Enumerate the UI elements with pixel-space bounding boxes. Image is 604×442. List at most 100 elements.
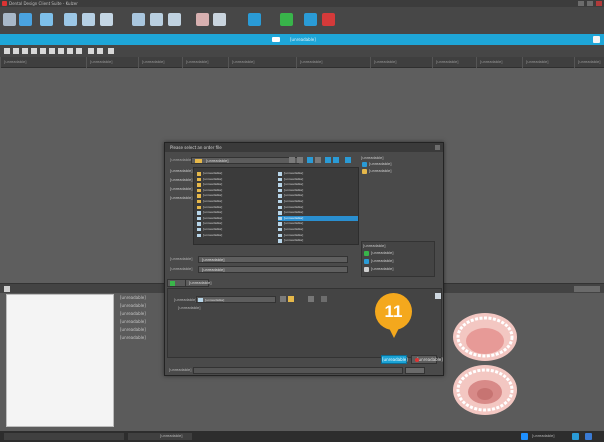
minimize-button[interactable] <box>578 1 584 6</box>
column-header[interactable]: [unreadable] <box>228 57 255 68</box>
column-header[interactable]: [unreadable] <box>86 57 113 68</box>
new-folder-button[interactable] <box>307 157 313 163</box>
monitor-icon[interactable] <box>64 13 77 26</box>
back-button[interactable] <box>289 157 295 163</box>
document-icon <box>278 194 282 198</box>
file-name: [unreadable] <box>203 232 223 237</box>
toolbar-square-icon[interactable] <box>40 48 46 54</box>
ok-button[interactable]: [unreadable] <box>381 355 408 364</box>
places-item[interactable]: [unreadable] <box>170 176 193 185</box>
info-box-item[interactable]: [unreadable] <box>363 266 433 273</box>
screen-icon[interactable] <box>82 13 95 26</box>
places-item[interactable]: [unreadable] <box>170 194 193 203</box>
file-list[interactable]: [unreadable] [unreadable] [unreadable] [unr… <box>193 167 359 245</box>
recent-item[interactable]: [unreadable] <box>361 161 435 168</box>
column-header[interactable]: [unreadable] <box>476 57 503 68</box>
filetype-dropdown[interactable]: [unreadable] <box>198 266 348 273</box>
folder-browse-button[interactable] <box>288 296 294 302</box>
document-icon <box>278 227 282 232</box>
window-icon[interactable] <box>100 13 113 26</box>
file-name: [unreadable] <box>284 221 304 226</box>
info-item-label: [unreadable] <box>371 251 394 255</box>
green-flag-icon[interactable] <box>280 13 293 26</box>
column-header[interactable]: [unreadable] <box>370 57 397 68</box>
image-icon[interactable] <box>196 13 209 26</box>
document-icon <box>278 172 282 176</box>
file-item[interactable]: [unreadable] <box>278 238 358 244</box>
column-header[interactable]: [unreadable] <box>574 57 601 68</box>
path-input[interactable] <box>193 367 403 374</box>
help-icon[interactable] <box>435 293 441 299</box>
property-label: [unreadable] <box>120 295 146 300</box>
property-label: [unreadable] <box>120 319 146 324</box>
dialog-close-button[interactable] <box>435 145 440 150</box>
file-name: [unreadable] <box>284 198 304 203</box>
view-menu-button[interactable] <box>315 157 321 163</box>
arrow-icon[interactable] <box>248 13 261 26</box>
details-view-button[interactable] <box>325 157 331 163</box>
upload-icon[interactable] <box>304 13 317 26</box>
path-row: [unreadable] <box>169 367 439 374</box>
document-icon <box>278 239 282 243</box>
window-title: Dental Design Client Suite - Kulzer <box>9 1 78 6</box>
jaw-model-icon <box>453 313 517 415</box>
file-item[interactable]: [unreadable] <box>197 233 275 239</box>
cancel-button[interactable]: [unreadable] <box>411 355 443 364</box>
gear-icon[interactable] <box>3 13 16 26</box>
places-item[interactable]: [unreadable] <box>170 185 193 194</box>
order-tab[interactable]: [unreadable] <box>185 279 212 287</box>
order-file-field[interactable]: [unreadable] <box>196 296 276 303</box>
maximize-button[interactable] <box>587 1 593 6</box>
toolbar-square-icon[interactable] <box>76 48 82 54</box>
star-icon[interactable] <box>40 13 53 26</box>
toolbar-square-icon[interactable] <box>108 48 114 54</box>
column-header[interactable]: [unreadable] <box>0 57 27 68</box>
print-icon[interactable] <box>213 13 226 26</box>
app-logo-icon <box>2 1 7 6</box>
browse-button[interactable] <box>280 296 286 302</box>
toolbar-square-icon[interactable] <box>58 48 64 54</box>
filename-input[interactable]: [unreadable] <box>198 256 348 263</box>
toolbar-square-icon[interactable] <box>67 48 73 54</box>
recent-item[interactable]: [unreadable] <box>361 168 435 175</box>
column-header[interactable]: [unreadable] <box>432 57 459 68</box>
close-window-button[interactable] <box>596 1 602 6</box>
column-header[interactable]: [unreadable] <box>182 57 209 68</box>
folder-icon <box>197 177 201 182</box>
info-box-item[interactable]: [unreadable] <box>363 258 433 265</box>
toolbar-square-icon[interactable] <box>13 48 19 54</box>
up-folder-button[interactable] <box>297 157 303 163</box>
banner-action-icon[interactable] <box>593 36 600 43</box>
column-header[interactable]: [unreadable] <box>522 57 549 68</box>
path-browse-button[interactable] <box>405 367 425 374</box>
look-in-value: [unreadable] <box>206 159 229 163</box>
toolbar-square-icon[interactable] <box>49 48 55 54</box>
list-view-button[interactable] <box>333 157 339 163</box>
fish-icon[interactable] <box>19 13 32 26</box>
toolbar-square-icon[interactable] <box>22 48 28 54</box>
column-header[interactable]: [unreadable] <box>138 57 165 68</box>
document-icon <box>278 188 282 193</box>
refresh-button[interactable] <box>345 157 351 163</box>
toolbar-square-icon[interactable] <box>88 48 94 54</box>
file-name: [unreadable] <box>203 221 223 226</box>
toolbar-square-icon[interactable] <box>31 48 37 54</box>
panel-icon[interactable] <box>168 13 181 26</box>
order-option-button[interactable] <box>308 296 314 302</box>
status-segment <box>4 433 124 440</box>
stop-icon[interactable] <box>322 13 335 26</box>
file-column: [unreadable] [unreadable] [unreadable] [unr… <box>278 171 358 244</box>
toolbar-square-icon[interactable] <box>97 48 103 54</box>
lower-panel-control[interactable] <box>574 286 600 292</box>
toolbar-square-icon[interactable] <box>4 48 10 54</box>
places-item[interactable]: [unreadable] <box>170 167 193 176</box>
look-in-dropdown[interactable]: [unreadable] <box>191 157 299 164</box>
lower-panel-tab[interactable] <box>4 286 10 292</box>
order-option-button[interactable] <box>321 296 327 302</box>
folder-icon <box>195 159 202 163</box>
grid-icon[interactable] <box>132 13 145 26</box>
info-box-item[interactable]: [unreadable] <box>363 250 433 257</box>
layout-icon[interactable] <box>150 13 163 26</box>
column-header[interactable]: [unreadable] <box>296 57 323 68</box>
file-name: [unreadable] <box>284 176 304 181</box>
